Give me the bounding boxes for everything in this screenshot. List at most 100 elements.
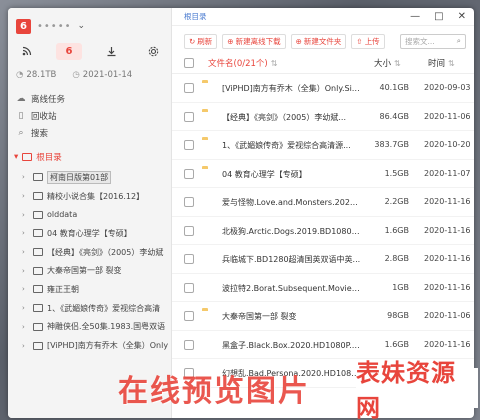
search-placeholder: 搜索文... [405,36,435,46]
table-row[interactable]: 1、《武媚娘传奇》爱视综合高清源... 383.7GB 2020-10-20 [172,131,474,160]
rss-icon[interactable] [14,43,40,60]
table-row[interactable]: 【经典】《亮剑》（2005）李幼斌... 86.4GB 2020-11-06 [172,103,474,131]
storage-value: 28.1TB [26,70,57,80]
gear-icon[interactable] [140,43,166,60]
folder-icon [33,192,43,201]
file-name[interactable]: 04 教育心理学【专硕】 [222,169,362,180]
maximize-icon[interactable]: □ [434,11,443,22]
row-checkbox[interactable] [184,140,194,150]
table-row[interactable]: 大秦帝国第一部 裂变 98GB 2020-11-06 [172,302,474,331]
file-name[interactable]: 波拉特2.Borat.Subsequent.Moviefil... [222,283,362,294]
window-controls: — □ ✕ [410,11,466,22]
tree-item[interactable]: › 【经典】《亮剑》（2005）李幼斌 [22,243,172,262]
table-row[interactable]: 爱与怪物.Love.and.Monsters.2020.... 2.2GB 2020… [172,188,474,217]
row-checkbox[interactable] [184,197,194,207]
file-size: 1.6GB [384,339,409,349]
refresh-icon: ↻ [189,36,196,46]
file-list: [ViPHD]南方有乔木（全集）Only.Sid... 40.1GB 2020-09… [172,74,474,388]
tree-item[interactable]: › 1、《武媚娘传奇》爱视综合高清 [22,299,172,318]
file-name[interactable]: 黑盒子.Black.Box.2020.HD1080P.中... [222,340,362,351]
search-icon[interactable]: ⌕ [457,36,461,46]
row-checkbox[interactable] [184,225,194,236]
date-value: 2021-01-14 [82,70,133,80]
chevron-right-icon[interactable]: › [22,173,29,181]
upload-button[interactable]: ⇧ 上传 [351,33,385,49]
file-name[interactable]: 兵临城下.BD1280超清国英双语中英... [222,254,362,265]
chevron-right-icon[interactable]: › [22,229,29,237]
tree-item-label: 【经典】《亮剑》（2005）李幼斌 [47,247,164,257]
row-checkbox[interactable] [184,282,194,293]
table-row[interactable]: [ViPHD]南方有乔木（全集）Only.Sid... 40.1GB 2020-09… [172,74,474,103]
chevron-down-icon[interactable]: ▾ [14,152,18,162]
tree-item[interactable]: › olddata [22,205,172,224]
chevron-right-icon[interactable]: › [22,285,29,293]
tree-item[interactable]: › 神雕侠侣.全50集.1983.国粤双语 [22,318,172,337]
storage-stat: ◔ 28.1TB [16,70,56,80]
chevron-right-icon[interactable]: › [22,211,29,219]
chevron-right-icon[interactable]: › [22,248,29,256]
tree-item[interactable]: › 雍正王朝 [22,280,172,299]
time-column-header[interactable]: 时间 ⇅ [428,57,455,69]
sort-icon[interactable]: ⇅ [271,59,278,68]
file-time: 2020-09-03 [424,83,471,92]
watermark-right: 表妹资源网 [356,359,478,420]
table-row[interactable]: 兵临城下.BD1280超清国英双语中英... 2.8GB 2020-11-16 [172,245,474,274]
chevron-right-icon[interactable]: › [22,304,29,312]
row-checkbox[interactable] [184,311,194,321]
row-checkbox[interactable] [184,254,194,264]
tree-item[interactable]: › 大秦帝国第一部 裂变 [22,261,172,280]
table-row[interactable]: 波拉特2.Borat.Subsequent.Moviefil... 1GB 2020… [172,274,474,302]
add-icon: ⊕ [295,36,302,46]
tree-item-label: 精校小说合集【2016.12】 [47,191,145,201]
name-column-header[interactable]: 文件名(0/21个) ⇅ [208,57,277,69]
file-name[interactable]: 【经典】《亮剑》（2005）李幼斌... [222,112,362,123]
breadcrumb[interactable]: 根目录 [184,11,207,22]
chevron-right-icon[interactable]: › [22,192,29,200]
tree-item[interactable]: › 柯南日版第01部 [22,168,172,187]
file-name[interactable]: 爱与怪物.Love.and.Monsters.2020.... [222,197,362,208]
chevron-right-icon[interactable]: › [22,267,29,275]
file-name[interactable]: 大秦帝国第一部 裂变 [222,311,362,322]
add-icon: ⊕ [227,36,234,46]
tree-root[interactable]: ▾ 根目录 [14,149,62,165]
table-row[interactable]: 04 教育心理学【专硕】 1.5GB 2020-11-07 [172,160,474,188]
file-size: 383.7GB [374,140,409,149]
file-name[interactable]: [ViPHD]南方有乔木（全集）Only.Sid... [222,83,362,94]
file-name[interactable]: 北极狗.Arctic.Dogs.2019.BD1080p.... [222,226,362,237]
chevron-right-icon[interactable]: › [22,342,29,350]
minimize-icon[interactable]: — [410,11,420,22]
folder-icon [22,153,33,161]
nav-recycle-bin[interactable]: ▯ 回收站 [16,107,166,124]
new-folder-button[interactable]: ⊕ 新建文件夹 [290,33,347,49]
row-checkbox[interactable] [184,111,194,122]
download-icon[interactable] [98,43,124,60]
row-checkbox[interactable] [184,168,194,179]
file-name[interactable]: 1、《武媚娘传奇》爱视综合高清源... [222,140,362,151]
size-header-label: 大小 [374,58,392,69]
close-icon[interactable]: ✕ [458,11,466,22]
row-checkbox[interactable] [184,83,194,93]
tree-item[interactable]: › 04 教育心理学【专硕】 [22,224,172,243]
task-count-badge[interactable]: 6 [56,42,82,60]
nav-offline-tasks[interactable]: ☁ 离线任务 [16,90,166,107]
file-size: 1.6GB [384,225,409,235]
size-column-header[interactable]: 大小 ⇅ [374,57,401,69]
table-row[interactable]: 北极狗.Arctic.Dogs.2019.BD1080p.... 1.6GB 202… [172,217,474,245]
nav-label: 回收站 [31,111,57,122]
folder-icon [33,322,43,331]
nav-search[interactable]: ⌕ 搜索 [16,124,166,141]
row-checkbox[interactable] [184,339,194,350]
search-input[interactable]: 搜索文... ⌕ [400,33,466,49]
refresh-button[interactable]: ↻ 刷新 [184,33,218,49]
account-switcher[interactable]: 6 ••••• ⌄ [16,17,85,35]
file-size: 40.1GB [379,83,410,92]
tree-item[interactable]: › [ViPHD]南方有乔木（全集）Only [22,336,172,355]
offline-download-button[interactable]: ⊕ 新建离线下载 [222,33,286,49]
sort-icon[interactable]: ⇅ [448,59,455,68]
chevron-right-icon[interactable]: › [22,323,29,331]
folder-icon [33,285,43,294]
chevron-down-icon[interactable]: ⌄ [78,21,86,31]
select-all-checkbox[interactable] [184,57,194,68]
tree-item[interactable]: › 精校小说合集【2016.12】 [22,187,172,206]
sort-icon[interactable]: ⇅ [394,59,401,68]
